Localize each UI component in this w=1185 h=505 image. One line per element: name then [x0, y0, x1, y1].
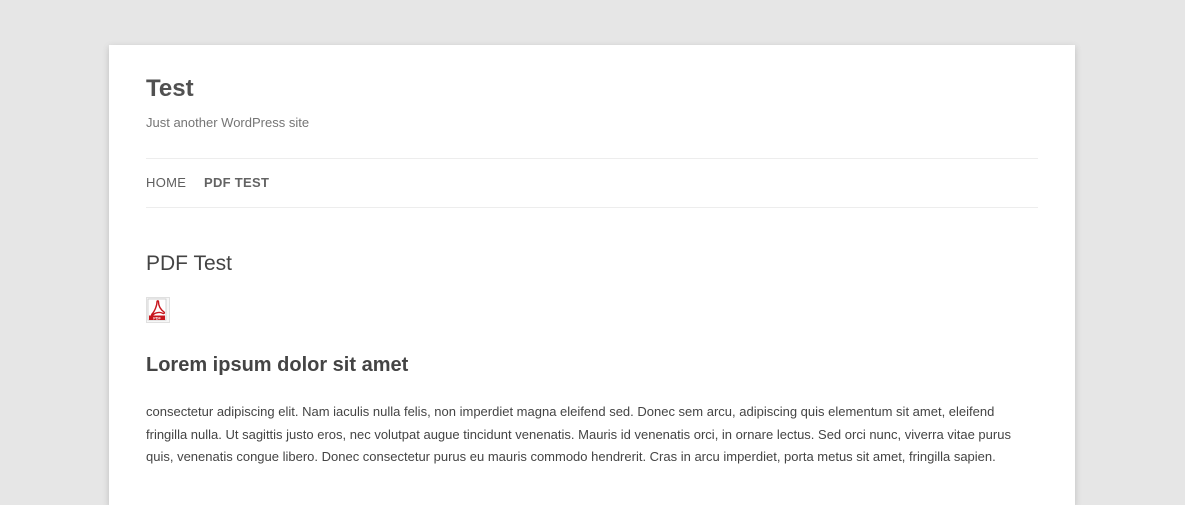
entry-title: PDF Test — [146, 252, 232, 275]
content-heading: Lorem ipsum dolor sit amet — [146, 354, 409, 376]
content-paragraph: consectetur adipiscing elit. Nam iaculis… — [146, 404, 1011, 464]
main-navigation: HOME PDF TEST — [146, 158, 1038, 208]
svg-text:PDF: PDF — [153, 316, 161, 320]
page-container: Test Just another WordPress site HOME PD… — [109, 45, 1075, 505]
pdf-file-icon[interactable]: PDF — [146, 297, 170, 323]
nav-item-pdf-test[interactable]: PDF TEST — [204, 175, 269, 191]
site-description: Just another WordPress site — [146, 115, 310, 130]
nav-item-home[interactable]: HOME — [146, 175, 186, 191]
site-title[interactable]: Test — [146, 74, 194, 104]
